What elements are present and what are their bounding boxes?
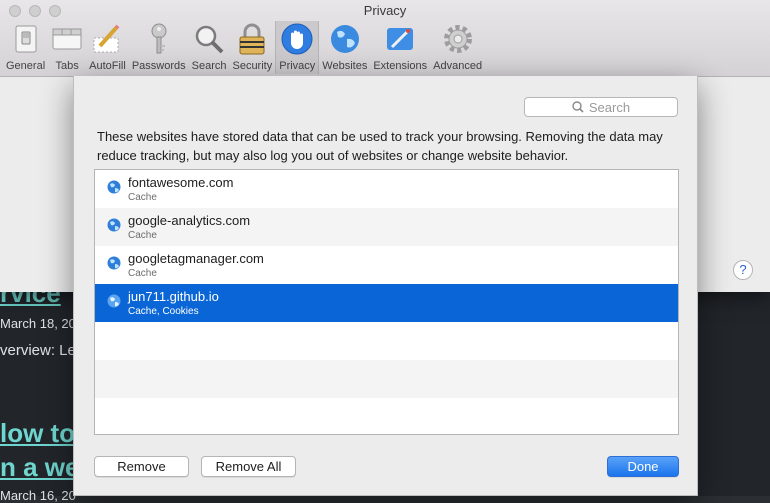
remove-button[interactable]: Remove [94,456,189,477]
website-data-types: Cache [128,192,157,203]
website-name: jun711.github.io [128,289,219,304]
preferences-toolbar: General Tabs AutoFill Passwords Search S… [3,21,485,74]
bg-post-title-line1[interactable]: low to [0,418,75,449]
tab-general-label: General [6,60,46,72]
tab-search[interactable]: Search [189,21,230,74]
magnifier-icon [193,22,225,56]
description-text: These websites have stored data that can… [97,129,663,163]
tab-passwords[interactable]: Passwords [129,21,189,74]
search-input[interactable]: Search [524,97,678,117]
remove-all-button[interactable]: Remove All [201,456,296,477]
globe-icon [107,294,121,308]
tab-websites[interactable]: Websites [319,21,370,74]
extensions-puzzle-icon [384,22,416,56]
website-name: fontawesome.com [128,175,234,190]
globe-icon [107,180,121,194]
manage-website-data-sheet: Search These websites have stored data t… [73,76,698,496]
website-data-types: Cache, Cookies [128,306,199,317]
tab-search-label: Search [191,60,227,72]
globe-icon [107,218,121,232]
website-data-types: Cache [128,230,157,241]
globe-icon [329,22,361,56]
website-data-types: Cache [128,268,157,279]
tab-extensions[interactable]: Extensions [370,21,430,74]
key-icon [143,22,175,56]
tab-websites-label: Websites [322,60,368,72]
empty-row [95,360,678,398]
list-item[interactable]: google-analytics.com Cache [95,208,678,246]
autofill-pencil-icon [91,22,123,56]
bg-post-excerpt: verview: Le [0,342,76,359]
tab-advanced[interactable]: Advanced [430,21,485,74]
globe-icon [107,256,121,270]
empty-row [95,398,678,434]
tab-passwords-label: Passwords [131,60,186,72]
general-switch-icon [10,22,42,56]
done-button[interactable]: Done [607,456,679,477]
website-name: googletagmanager.com [128,251,264,266]
tab-extensions-label: Extensions [373,60,428,72]
help-button[interactable]: ? [733,260,753,280]
tab-security-label: Security [232,60,273,72]
tab-tabs-label: Tabs [55,60,79,72]
search-icon [572,101,584,113]
bg-post-title-line2[interactable]: n a we [0,452,79,483]
padlock-icon [236,22,268,56]
tabs-icon [51,22,83,56]
search-placeholder: Search [588,99,631,115]
list-item[interactable]: googletagmanager.com Cache [95,246,678,284]
empty-row [95,322,678,360]
website-data-list[interactable]: fontawesome.com Cache google-analytics.c… [94,169,679,435]
tab-autofill-label: AutoFill [89,60,126,72]
list-item-selected[interactable]: jun711.github.io Cache, Cookies [95,284,678,322]
tab-tabs[interactable]: Tabs [48,21,86,74]
tab-privacy[interactable]: Privacy [275,21,320,74]
gear-icon [442,22,474,56]
list-item[interactable]: fontawesome.com Cache [95,170,678,208]
tab-general[interactable]: General [3,21,48,74]
tab-autofill[interactable]: AutoFill [86,21,129,74]
title-bar: Privacy General Tabs AutoFill Passwords … [0,0,770,77]
tab-privacy-label: Privacy [279,60,316,72]
window-title: Privacy [363,3,407,18]
tab-advanced-label: Advanced [433,60,483,72]
bg-post-date: March 18, 20 [0,316,76,331]
tab-security[interactable]: Security [229,21,275,74]
website-name: google-analytics.com [128,213,251,228]
privacy-hand-icon [281,22,313,56]
